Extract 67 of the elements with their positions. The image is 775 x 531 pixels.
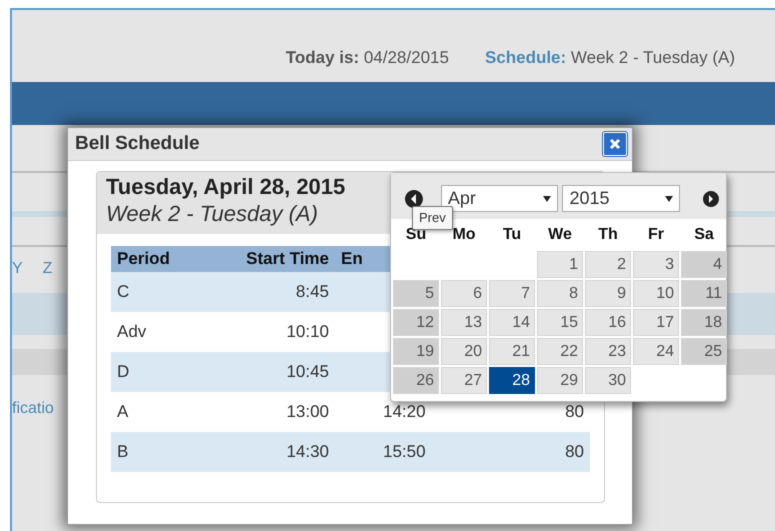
calendar-day[interactable]: 23 [585, 338, 631, 365]
calendar-day[interactable]: 11 [681, 280, 727, 307]
calendar-day[interactable]: 17 [633, 309, 679, 336]
weekday-header: Sa [693, 225, 715, 245]
calendar-day[interactable]: 2 [585, 251, 631, 278]
close-icon [609, 138, 621, 150]
table-cell: B [111, 432, 221, 472]
calendar-day[interactable]: 20 [441, 338, 487, 365]
table-cell: D [111, 352, 221, 392]
calendar-day[interactable]: 1 [537, 251, 583, 278]
calendar-day[interactable]: 21 [489, 338, 535, 365]
table-cell: 14:20 [335, 392, 475, 432]
table-cell: 10:45 [221, 352, 335, 392]
weekday-header: We [547, 225, 573, 245]
table-cell: 10:10 [221, 312, 335, 352]
calendar-day[interactable]: 28 [489, 367, 535, 394]
schedule-date: Tuesday, April 28, 2015 [106, 174, 346, 200]
weekday-header: Th [597, 225, 619, 245]
year-select[interactable]: 2015 [562, 185, 680, 212]
calendar-day[interactable]: 14 [489, 309, 535, 336]
close-button[interactable] [603, 132, 627, 156]
calendar-day[interactable]: 13 [441, 309, 487, 336]
calendar-day[interactable]: 6 [441, 280, 487, 307]
weekday-header: Fr [647, 225, 665, 245]
calendar-day[interactable]: 25 [681, 338, 727, 365]
weekday-header: Mo [451, 225, 477, 245]
calendar-day[interactable]: 24 [633, 338, 679, 365]
calendar-day[interactable]: 27 [441, 367, 487, 394]
caret-icon [543, 196, 552, 202]
table-cell: Adv [111, 312, 221, 352]
prev-icon[interactable] [403, 188, 425, 210]
table-cell: A [111, 392, 221, 432]
calendar-day[interactable]: 9 [585, 280, 631, 307]
month-select[interactable]: Apr [440, 185, 558, 212]
calendar-day[interactable]: 3 [633, 251, 679, 278]
table-cell: 8:45 [221, 272, 335, 312]
calendar-day[interactable]: 4 [681, 251, 727, 278]
column-header: Start Time [221, 246, 335, 272]
weekday-header: Tu [502, 225, 522, 245]
calendar-day[interactable]: 18 [681, 309, 727, 336]
calendar-day[interactable]: 29 [537, 367, 583, 394]
table-cell: C [111, 272, 221, 312]
calendar-day[interactable]: 7 [489, 280, 535, 307]
calendar-day[interactable]: 5 [393, 280, 439, 307]
dialog-title: Bell Schedule [75, 132, 200, 156]
calendar-day[interactable]: 15 [537, 309, 583, 336]
column-header: Period [111, 246, 221, 272]
table-cell: 15:50 [335, 432, 475, 472]
today-date: Today is: 04/28/2015 [286, 46, 449, 68]
calendar-day[interactable]: 22 [537, 338, 583, 365]
calendar-day[interactable]: 12 [393, 309, 439, 336]
table-cell: 13:00 [221, 392, 335, 432]
caret-icon [665, 196, 674, 202]
schedule-text: Schedule: Week 2 - Tuesday (A) [484, 46, 735, 68]
table-cell: 14:30 [221, 432, 335, 472]
schedule-week: Week 2 - Tuesday (A) [106, 200, 318, 228]
table-cell: 80 [475, 392, 590, 432]
letter-link[interactable]: Z [42, 257, 52, 293]
calendar-day[interactable]: 10 [633, 280, 679, 307]
table-cell: 80 [475, 432, 590, 472]
calendar-day[interactable]: 26 [393, 367, 439, 394]
tooltip: Prev [412, 206, 453, 230]
calendar-day[interactable]: 16 [585, 309, 631, 336]
next-icon[interactable] [702, 190, 720, 208]
calendar-day[interactable]: 19 [393, 338, 439, 365]
calendar-day[interactable]: 30 [585, 367, 631, 394]
calendar-day[interactable]: 8 [537, 280, 583, 307]
